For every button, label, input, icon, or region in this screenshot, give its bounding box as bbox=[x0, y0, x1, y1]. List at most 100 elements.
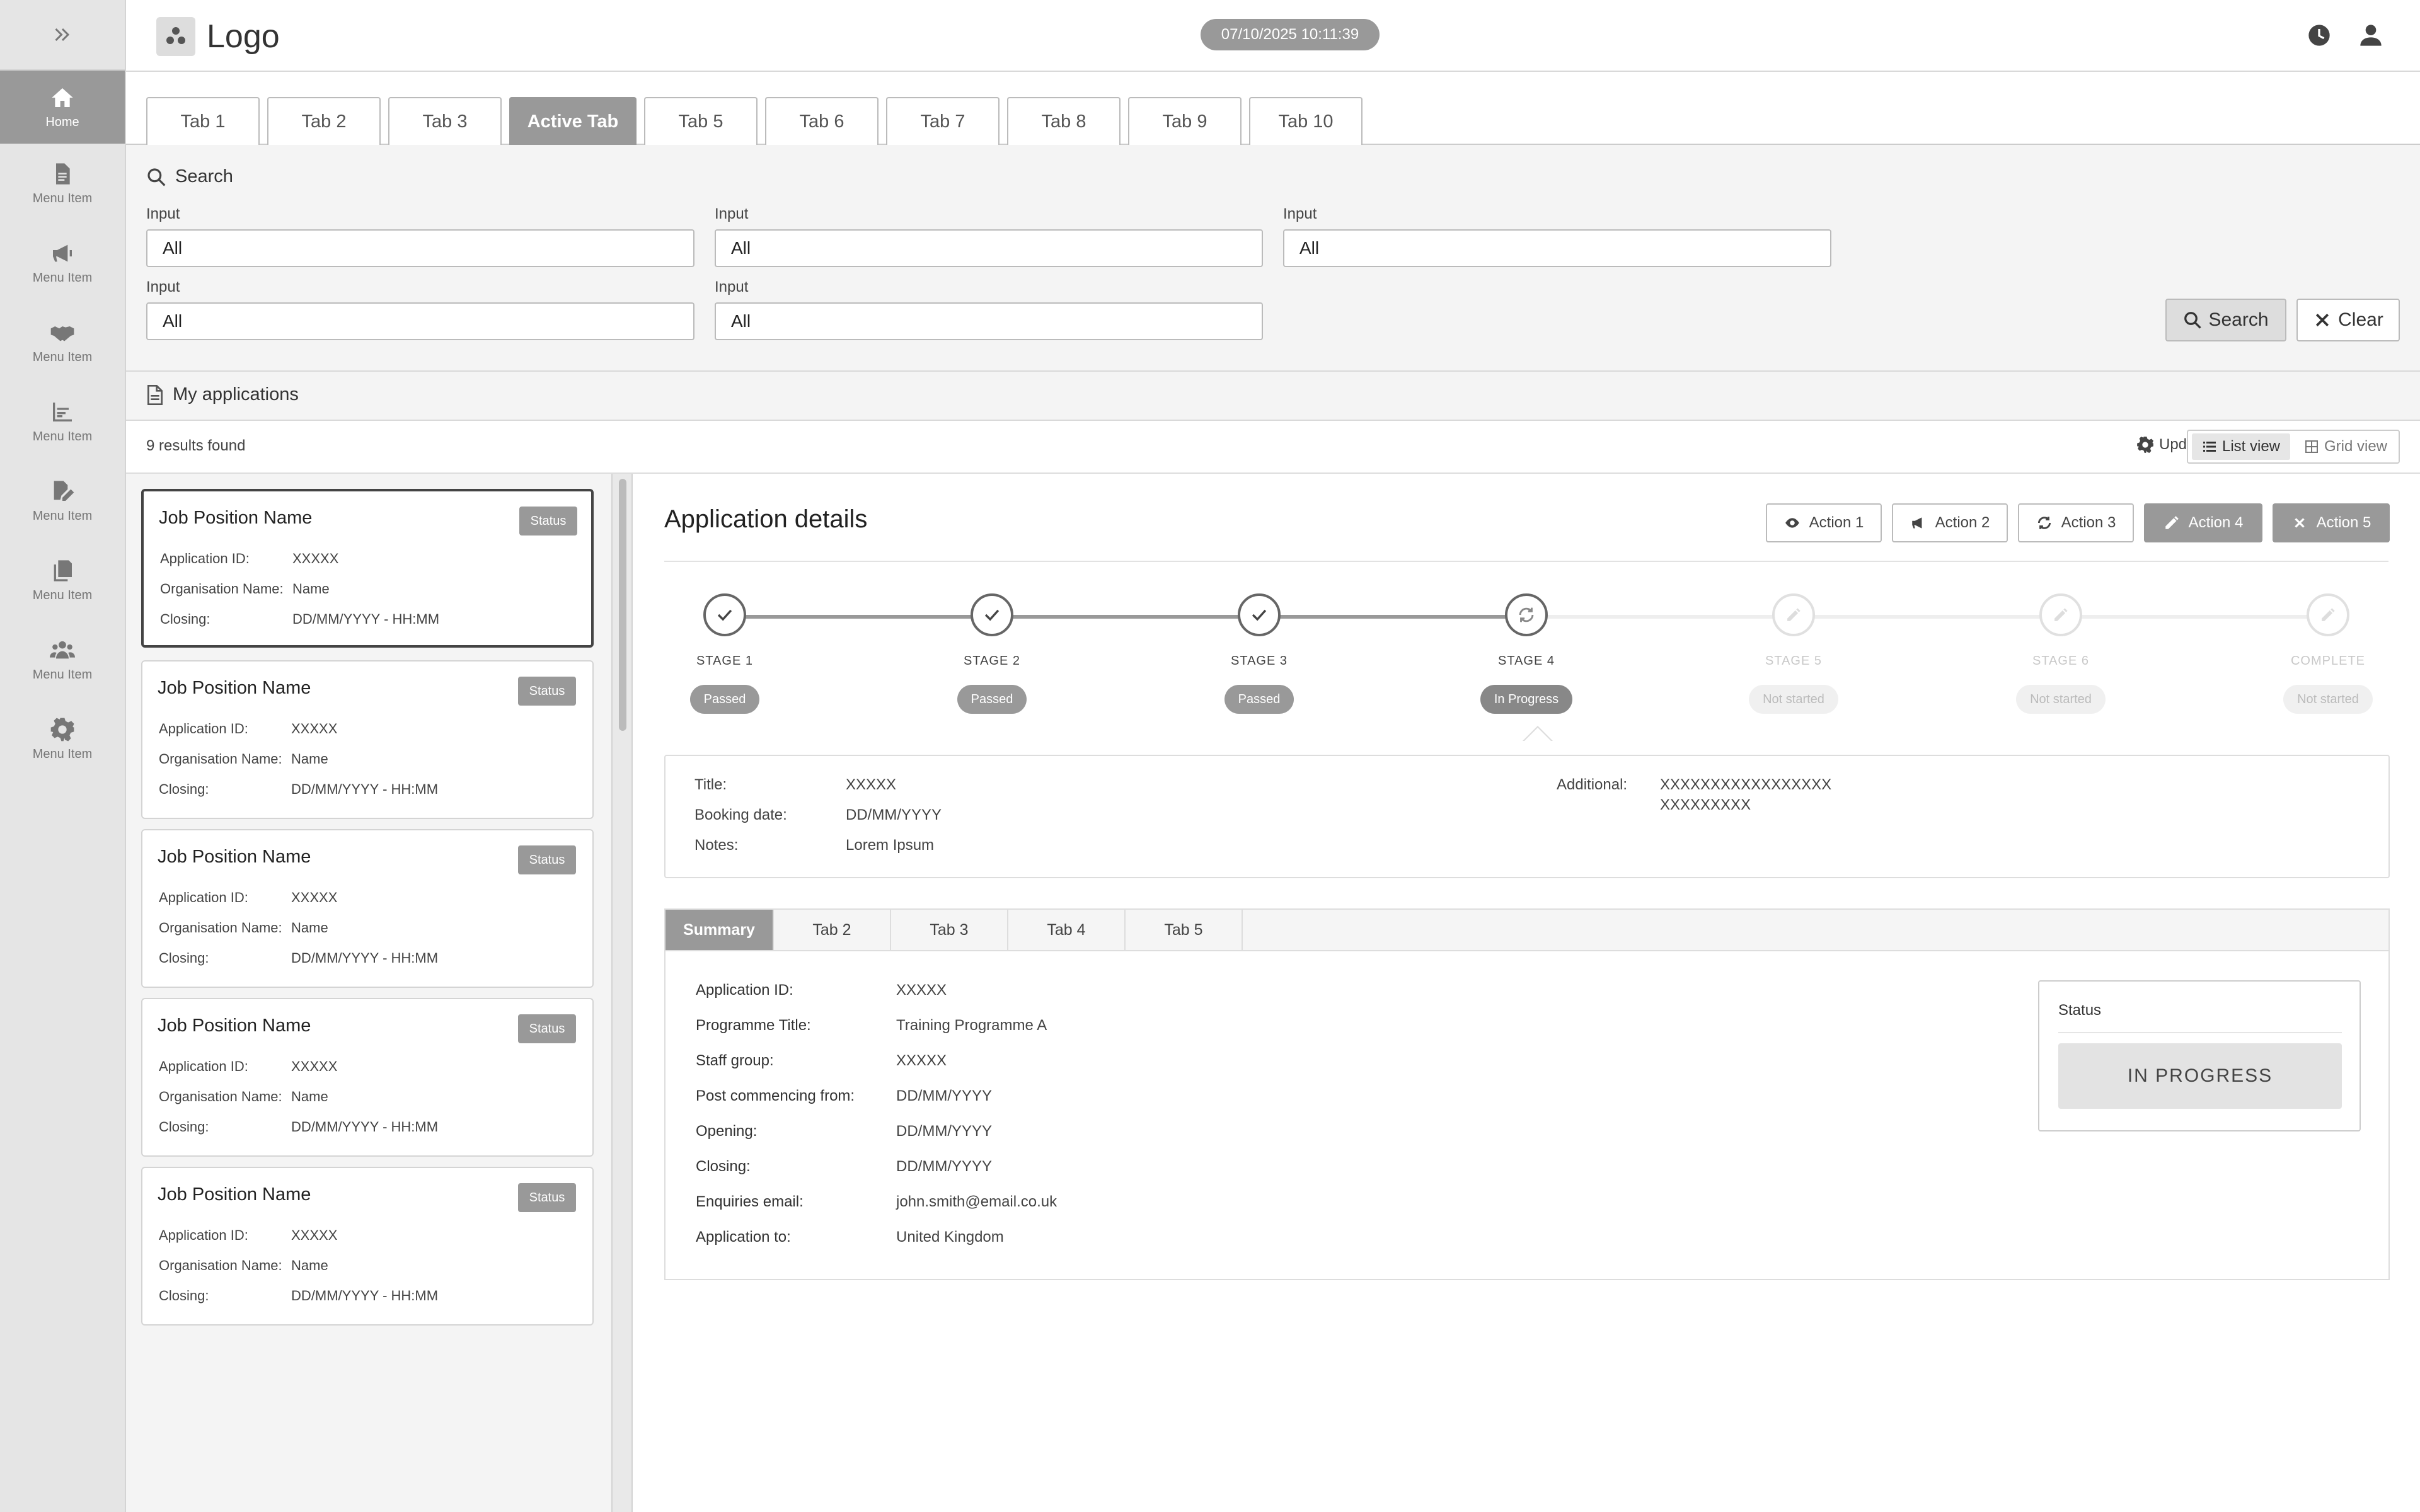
action-1-button[interactable]: Action 1 bbox=[1766, 503, 1882, 542]
search-button[interactable]: Search bbox=[2165, 299, 2286, 341]
application-card[interactable]: Job Position Name Status Application ID:… bbox=[141, 660, 594, 819]
users-icon bbox=[50, 641, 75, 658]
handshake-icon bbox=[50, 326, 74, 341]
application-card[interactable]: Job Position Name Status Application ID:… bbox=[141, 998, 594, 1157]
card-value: Name bbox=[291, 1257, 328, 1273]
sidebar-item-home[interactable]: Home bbox=[0, 71, 125, 144]
action-2-label: Action 2 bbox=[1935, 514, 1990, 531]
stage-4[interactable]: STAGE 4 In Progress bbox=[1463, 593, 1589, 714]
tab-1[interactable]: Tab 1 bbox=[146, 97, 260, 145]
application-card[interactable]: Job Position Name Status Application ID:… bbox=[141, 829, 594, 988]
tab-2[interactable]: Tab 2 bbox=[267, 97, 381, 145]
action-4-label: Action 4 bbox=[2188, 514, 2244, 531]
sidebar-toggle[interactable] bbox=[0, 0, 125, 71]
action-5-button[interactable]: Action 5 bbox=[2273, 503, 2390, 542]
refresh-icon bbox=[2037, 517, 2051, 529]
stage-status-badge: Passed bbox=[957, 685, 1027, 714]
search-input-2[interactable]: All bbox=[715, 229, 1263, 267]
user-icon[interactable] bbox=[2358, 23, 2383, 48]
tab-6[interactable]: Tab 6 bbox=[765, 97, 879, 145]
tab-3[interactable]: Tab 3 bbox=[388, 97, 502, 145]
list-icon bbox=[2203, 442, 2216, 452]
sidebar-item-menu-7[interactable]: Menu Item bbox=[0, 620, 125, 699]
sidebar-item-menu-3[interactable]: Menu Item bbox=[0, 302, 125, 382]
sidebar-item-menu-5[interactable]: Menu Item bbox=[0, 461, 125, 541]
sidebar-item-label: Menu Item bbox=[32, 350, 93, 364]
field-label: Input bbox=[1283, 205, 1317, 222]
card-label: Organisation Name: bbox=[159, 1089, 282, 1104]
card-title: Job Position Name bbox=[158, 1184, 311, 1205]
top-header: Logo 07/10/2025 10:11:39 bbox=[126, 0, 2420, 72]
tab-detail-2[interactable]: Tab 2 bbox=[774, 910, 891, 950]
gear-icon bbox=[50, 718, 74, 741]
tab-9[interactable]: Tab 9 bbox=[1128, 97, 1242, 145]
tab-active[interactable]: Active Tab bbox=[509, 97, 637, 145]
summary-value: United Kingdom bbox=[896, 1228, 1004, 1246]
card-value: DD/MM/YYYY - HH:MM bbox=[291, 1119, 439, 1135]
clear-button[interactable]: Clear bbox=[2296, 299, 2400, 341]
card-value: Name bbox=[291, 920, 328, 936]
tab-detail-3[interactable]: Tab 3 bbox=[891, 910, 1008, 950]
action-4-button[interactable]: Action 4 bbox=[2144, 503, 2262, 542]
stage-5[interactable]: STAGE 5 Not started bbox=[1731, 593, 1857, 714]
enquiries-email-link[interactable]: john.smith@email.co.uk bbox=[896, 1193, 1057, 1211]
summary-value: Training Programme A bbox=[896, 1017, 1047, 1034]
card-title: Job Position Name bbox=[158, 1016, 311, 1036]
summary-value: DD/MM/YYYY bbox=[896, 1158, 993, 1175]
sidebar-item-menu-6[interactable]: Menu Item bbox=[0, 541, 125, 620]
tab-5[interactable]: Tab 5 bbox=[644, 97, 758, 145]
stage-1[interactable]: STAGE 1 Passed bbox=[662, 593, 788, 714]
stage-complete[interactable]: COMPLETE Not started bbox=[2265, 593, 2391, 714]
grid-view-button[interactable]: Grid view bbox=[2295, 433, 2396, 460]
stage-label: STAGE 5 bbox=[1765, 654, 1822, 668]
tab-detail-5[interactable]: Tab 5 bbox=[1126, 910, 1243, 950]
search-input-5[interactable]: All bbox=[715, 302, 1263, 340]
list-scrollbar[interactable] bbox=[611, 474, 633, 1512]
search-input-3[interactable]: All bbox=[1283, 229, 1831, 267]
my-applications-title-row: My applications bbox=[146, 384, 299, 405]
info-label: Notes: bbox=[694, 837, 739, 854]
status-badge: Status bbox=[518, 1183, 576, 1212]
megaphone-icon bbox=[1911, 517, 1922, 529]
action-1-label: Action 1 bbox=[1809, 514, 1864, 531]
tab-detail-4[interactable]: Tab 4 bbox=[1008, 910, 1126, 950]
clock-icon[interactable] bbox=[2307, 23, 2332, 48]
tab-10[interactable]: Tab 10 bbox=[1249, 97, 1363, 145]
tab-8[interactable]: Tab 8 bbox=[1007, 97, 1121, 145]
tab-7[interactable]: Tab 7 bbox=[886, 97, 1000, 145]
stage-2[interactable]: STAGE 2 Passed bbox=[929, 593, 1055, 714]
tab-summary[interactable]: Summary bbox=[666, 910, 774, 950]
stage-6[interactable]: STAGE 6 Not started bbox=[1998, 593, 2124, 714]
sidebar-item-menu-4[interactable]: Menu Item bbox=[0, 382, 125, 461]
pencil-icon bbox=[1772, 593, 1815, 636]
action-3-button[interactable]: Action 3 bbox=[2018, 503, 2134, 542]
search-input-4[interactable]: All bbox=[146, 302, 694, 340]
sidebar-item-menu-8[interactable]: Menu Item bbox=[0, 699, 125, 779]
search-input-1[interactable]: All bbox=[146, 229, 694, 267]
search-header: Search bbox=[146, 166, 233, 187]
summary-label: Programme Title: bbox=[696, 1017, 811, 1034]
grid-icon bbox=[2305, 440, 2318, 453]
summary-value: DD/MM/YYYY bbox=[896, 1087, 993, 1104]
document-icon bbox=[147, 384, 163, 405]
summary-value: XXXXX bbox=[896, 982, 947, 999]
summary-label: Post commencing from: bbox=[696, 1087, 855, 1104]
list-view-button[interactable]: List view bbox=[2192, 433, 2290, 460]
home-icon bbox=[52, 88, 73, 107]
edit-document-icon bbox=[54, 480, 74, 501]
scrollbar-thumb[interactable] bbox=[619, 479, 626, 731]
progress-line-pending bbox=[1526, 615, 2327, 619]
field-label: Input bbox=[715, 278, 749, 295]
action-2-button[interactable]: Action 2 bbox=[1892, 503, 2008, 542]
stage-3[interactable]: STAGE 3 Passed bbox=[1196, 593, 1322, 714]
main-tabs: Tab 1 Tab 2 Tab 3 Active Tab Tab 5 Tab 6… bbox=[126, 72, 2420, 145]
sidebar-item-menu-1[interactable]: Menu Item bbox=[0, 144, 125, 223]
application-card[interactable]: Job Position Name Status Application ID:… bbox=[141, 489, 594, 648]
card-label: Application ID: bbox=[160, 551, 250, 566]
sidebar-item-menu-2[interactable]: Menu Item bbox=[0, 223, 125, 302]
card-label: Closing: bbox=[159, 950, 209, 966]
summary-label: Application ID: bbox=[696, 982, 793, 999]
card-value: DD/MM/YYYY - HH:MM bbox=[291, 1288, 439, 1303]
card-label: Organisation Name: bbox=[159, 1257, 282, 1273]
application-card[interactable]: Job Position Name Status Application ID:… bbox=[141, 1167, 594, 1326]
